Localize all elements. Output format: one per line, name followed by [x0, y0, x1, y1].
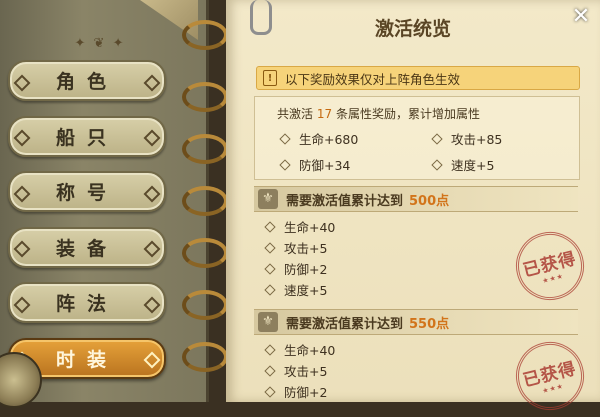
stat-item: 防御+2: [264, 259, 328, 278]
ring-icon: [182, 186, 228, 216]
ring-icon: [182, 20, 228, 50]
obtained-stamp: 已获得 ★★★: [508, 224, 592, 308]
stat-text: 防御+2: [284, 262, 328, 277]
stat-item: 攻击+5: [264, 361, 328, 380]
diamond-bullet-icon: [431, 158, 443, 171]
diamond-icon: [143, 74, 161, 91]
fleur-de-lis-icon: ⚜: [258, 189, 278, 209]
stat-item: 攻击+5: [264, 238, 328, 257]
right-page: 激活统览 ! 以下奖励效果仅对上阵角色生效 共激活 17 条属性奖励，累计增加属…: [226, 0, 600, 417]
fleur-de-lis-icon: ⚜: [258, 312, 278, 332]
tier-label: 需要激活值累计达到: [286, 316, 404, 332]
nav-label: 时装: [55, 348, 118, 371]
stat-item: 速度+5: [264, 280, 328, 299]
category-nav: 角色 船只 称号 装备 阵法 时装: [8, 60, 166, 393]
warning-icon: !: [263, 70, 277, 86]
diamond-icon: [13, 129, 31, 147]
summary-count: 17: [316, 107, 333, 121]
ring-icon: [182, 134, 228, 164]
stat-item: 攻击+85: [431, 129, 503, 148]
nav-label: 阵法: [55, 293, 118, 315]
nav-button-formation[interactable]: 阵法: [8, 282, 166, 323]
diamond-icon: [143, 185, 161, 202]
diamond-bullet-icon: [264, 220, 276, 233]
stat-text: 防御+34: [299, 158, 351, 173]
diamond-icon: [13, 74, 31, 91]
stat-item: 生命+40: [264, 217, 336, 236]
diamond-icon: [13, 296, 31, 313]
diamond-bullet-icon: [264, 364, 276, 377]
notice-banner: ! 以下奖励效果仅对上阵角色生效: [256, 66, 580, 90]
ring-icon: [182, 82, 228, 112]
stat-text: 生命+680: [299, 132, 359, 147]
stat-text: 速度+5: [284, 283, 328, 298]
nav-label: 角色: [55, 71, 118, 93]
tier-points: 500点: [409, 193, 450, 209]
diamond-bullet-icon: [264, 385, 276, 398]
diamond-bullet-icon: [279, 132, 291, 145]
stat-text: 生命+40: [284, 220, 336, 235]
stat-text: 防御+2: [284, 385, 328, 400]
close-icon[interactable]: ✕: [570, 6, 592, 28]
stat-item: 生命+40: [264, 340, 336, 359]
diamond-icon: [143, 351, 161, 369]
summary-prefix: 共激活: [277, 107, 314, 121]
diamond-bullet-icon: [431, 132, 443, 145]
stat-text: 生命+40: [284, 343, 336, 358]
diamond-bullet-icon: [264, 241, 276, 254]
diamond-bullet-icon: [264, 343, 276, 356]
stat-text: 攻击+5: [284, 241, 328, 256]
diamond-bullet-icon: [279, 158, 291, 171]
nav-button-ship[interactable]: 船只: [8, 115, 166, 157]
stat-item: 速度+5: [431, 155, 495, 174]
notice-text: 以下奖励效果仅对上阵角色生效: [285, 71, 461, 87]
nav-label: 装备: [55, 237, 118, 260]
stat-item: 生命+680: [279, 129, 359, 148]
summary-heading: 共激活 17 条属性奖励，累计增加属性: [277, 105, 480, 122]
stat-text: 攻击+85: [451, 132, 503, 147]
diamond-bullet-icon: [264, 262, 276, 275]
diamond-icon: [143, 129, 161, 147]
page-title: 激活统览: [374, 18, 451, 40]
summary-suffix: 条属性奖励，累计增加属性: [335, 107, 480, 121]
reward-tier-header: ⚜ 需要激活值累计达到 550点: [254, 309, 578, 335]
diamond-icon: [143, 296, 161, 313]
left-page: ✦ ❦ ✦ 角色 船只 称号 装备 阵法 时装: [0, 0, 209, 408]
stat-item: 防御+34: [279, 155, 351, 174]
nav-button-equipment[interactable]: 装备: [8, 226, 166, 268]
stat-text: 攻击+5: [284, 364, 328, 379]
book-binding-rings: [182, 0, 228, 402]
diamond-icon: [143, 240, 161, 258]
ring-icon: [182, 290, 228, 320]
diamond-icon: [13, 185, 31, 202]
diamond-bullet-icon: [264, 283, 276, 296]
nav-label: 船只: [55, 126, 118, 149]
nav-label: 称号: [55, 182, 118, 204]
nav-button-role[interactable]: 角色: [8, 60, 166, 101]
stat-item: 防御+2: [264, 382, 328, 401]
obtained-stamp: 已获得 ★★★: [508, 334, 592, 417]
diamond-icon: [13, 240, 31, 258]
tier-points: 550点: [409, 316, 450, 332]
nav-button-title[interactable]: 称号: [8, 171, 166, 212]
stat-text: 速度+5: [451, 158, 495, 173]
ring-icon: [182, 342, 228, 372]
summary-box: 共激活 17 条属性奖励，累计增加属性 生命+680 攻击+85 防御+34 速…: [254, 96, 580, 180]
tier-label: 需要激活值累计达到: [286, 193, 404, 209]
ring-icon: [182, 238, 228, 268]
reward-tier-header: ⚜ 需要激活值累计达到 500点: [254, 186, 578, 212]
ornament-divider: ✦ ❦ ✦: [74, 36, 126, 51]
